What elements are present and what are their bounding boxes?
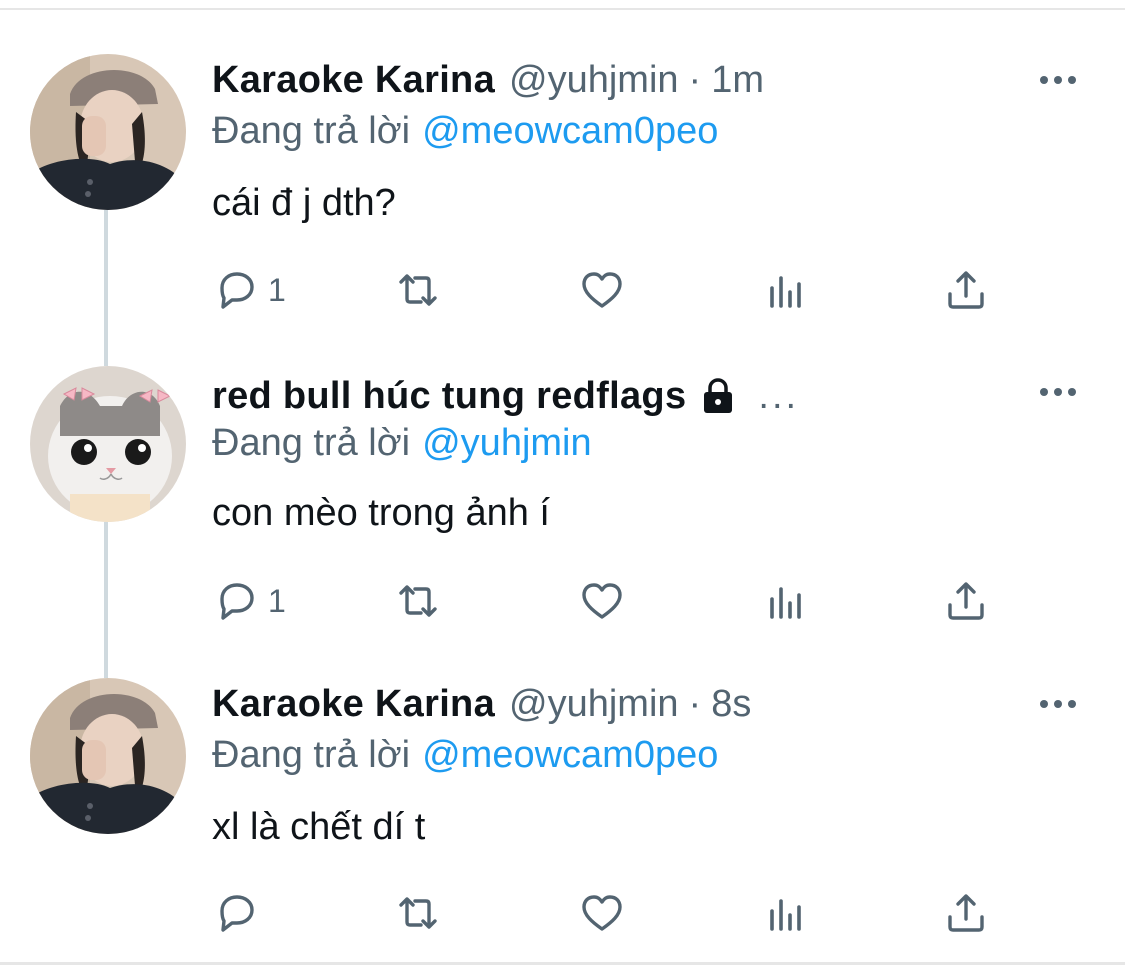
reply-icon — [220, 895, 254, 932]
display-name[interactable]: Karaoke Karina — [212, 59, 495, 102]
reply-button[interactable] — [212, 888, 268, 938]
avatar[interactable] — [30, 366, 186, 522]
retweet-button[interactable] — [394, 888, 442, 938]
tweet-header: Karaoke Karina @yuhjmin · 8s — [212, 678, 751, 730]
more-options-icon[interactable] — [1040, 694, 1084, 714]
display-name[interactable]: Karaoke Karina — [212, 683, 495, 726]
views-icon — [770, 899, 801, 931]
retweet-icon — [399, 585, 437, 617]
share-button[interactable] — [942, 265, 990, 315]
share-icon — [948, 894, 984, 932]
share-icon — [948, 271, 984, 309]
tweet-header: Karaoke Karina @yuhjmin · 1m — [212, 54, 764, 106]
thread-line — [104, 210, 108, 366]
like-button[interactable] — [578, 265, 626, 315]
reply-button[interactable]: 1 — [212, 576, 286, 626]
replying-label: Đang trả lời — [212, 422, 411, 464]
share-icon — [948, 582, 984, 620]
like-button[interactable] — [578, 888, 626, 938]
views-icon — [770, 587, 801, 619]
views-icon — [770, 276, 801, 308]
tweet-text: cái đ j dth? — [212, 182, 396, 224]
reply-icon — [220, 272, 254, 309]
reply-count: 1 — [268, 271, 286, 308]
reply-count: 1 — [268, 582, 286, 619]
like-button[interactable] — [578, 576, 626, 626]
reply-mention-link[interactable]: @meowcam0peo — [422, 110, 718, 152]
reply-button[interactable]: 1 — [212, 265, 286, 315]
user-handle[interactable]: @yuhjmin — [509, 59, 679, 102]
replying-label: Đang trả lời — [212, 734, 411, 776]
cat-with-bows-avatar — [30, 366, 186, 522]
reply-mention-link[interactable]: @meowcam0peo — [422, 734, 718, 776]
tweet-text: xl là chết dí t — [212, 806, 426, 848]
views-button[interactable] — [762, 888, 810, 938]
views-button[interactable] — [762, 576, 810, 626]
retweet-button[interactable] — [394, 576, 442, 626]
avatar[interactable] — [30, 54, 186, 210]
timestamp[interactable]: 8s — [711, 683, 751, 726]
more-options-icon[interactable] — [1040, 70, 1084, 90]
separator-dot: · — [688, 682, 702, 725]
replying-to: Đang trả lời @yuhjmin — [212, 422, 592, 465]
lock-icon — [704, 378, 733, 413]
timestamp[interactable]: 1m — [711, 59, 764, 102]
reply-mention-link[interactable]: @yuhjmin — [422, 422, 592, 464]
person-in-cap-avatar — [30, 54, 186, 210]
top-divider — [0, 8, 1125, 10]
person-in-cap-avatar — [30, 678, 186, 834]
like-icon — [582, 583, 622, 619]
separator-dot: · — [688, 58, 702, 101]
reply-icon — [220, 583, 254, 620]
retweet-button[interactable] — [394, 265, 442, 315]
replying-to: Đang trả lời @meowcam0peo — [212, 110, 718, 153]
like-icon — [582, 272, 622, 308]
tweet-text: con mèo trong ảnh í — [212, 492, 550, 534]
share-button[interactable] — [942, 576, 990, 626]
display-name[interactable]: red bull húc tung redflags — [212, 375, 686, 418]
views-button[interactable] — [762, 265, 810, 315]
replying-to: Đang trả lời @meowcam0peo — [212, 734, 718, 777]
thread-line — [104, 522, 108, 678]
retweet-icon — [399, 274, 437, 306]
like-icon — [582, 895, 622, 931]
avatar[interactable] — [30, 678, 186, 834]
replying-label: Đang trả lời — [212, 110, 411, 152]
more-options-icon[interactable] — [1040, 382, 1084, 402]
user-handle[interactable]: @yuhjmin — [509, 683, 679, 726]
share-button[interactable] — [942, 888, 990, 938]
tweet-header: red bull húc tung redflags ... — [212, 370, 799, 422]
bottom-divider — [0, 962, 1125, 965]
retweet-icon — [399, 897, 437, 929]
name-truncation: ... — [758, 374, 800, 417]
